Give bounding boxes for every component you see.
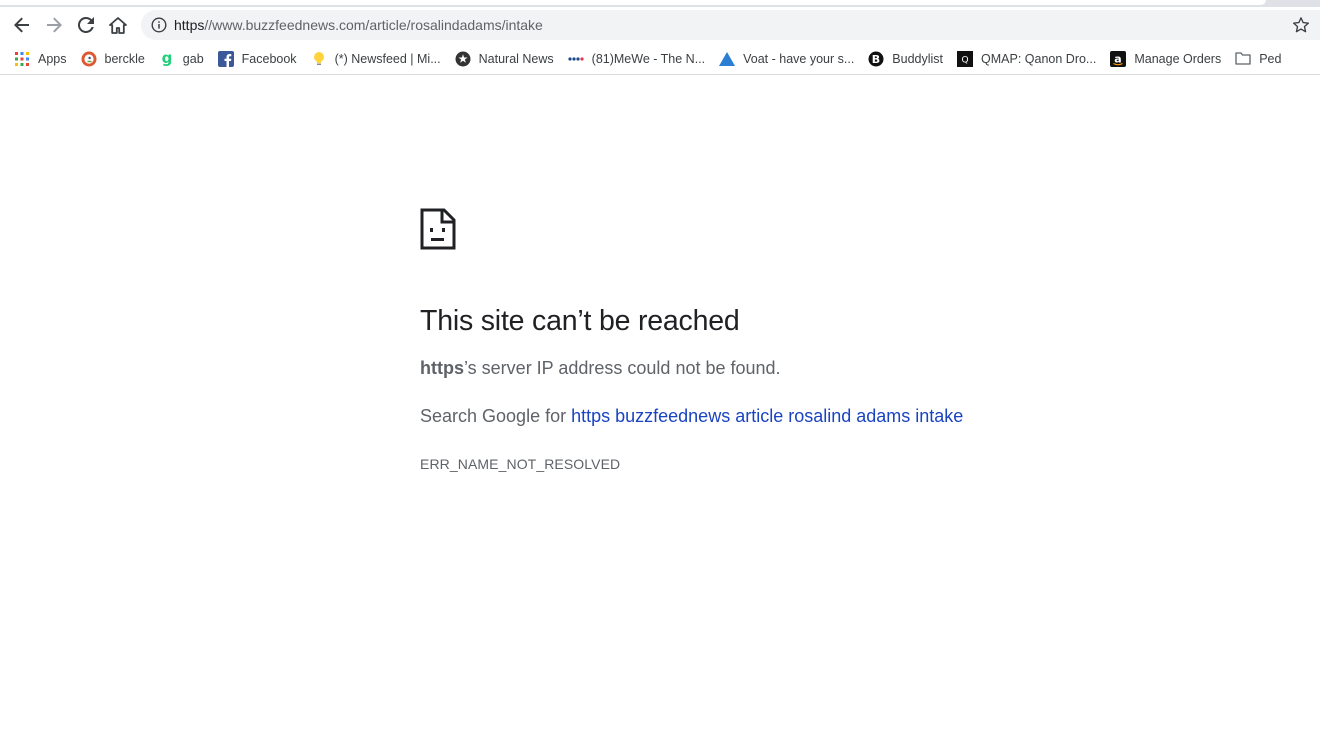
gab-icon: g	[159, 51, 175, 67]
active-tab[interactable]	[0, 0, 1266, 5]
browser-toolbar: https//www.buzzfeednews.com/article/rosa…	[0, 7, 1320, 43]
bookmark-folder-ped[interactable]: Ped	[1229, 47, 1289, 71]
tab-strip	[0, 0, 1320, 7]
qmap-icon: Q	[957, 50, 974, 67]
bookmark-label: Natural News	[478, 51, 554, 66]
home-icon	[109, 16, 127, 34]
back-button[interactable]	[6, 9, 38, 41]
svg-text:g: g	[161, 51, 172, 67]
reload-icon	[78, 17, 94, 33]
address-bar[interactable]: https//www.buzzfeednews.com/article/rosa…	[141, 10, 1320, 40]
bookmark-gab[interactable]: g gab	[153, 47, 212, 71]
error-host: https	[420, 358, 464, 378]
bookmark-newsfeed[interactable]: (*) Newsfeed | Mi...	[305, 47, 449, 71]
svg-text:B: B	[872, 52, 880, 65]
forward-button[interactable]	[38, 9, 70, 41]
folder-icon	[1235, 51, 1251, 67]
bookmark-label: Manage Orders	[1134, 51, 1222, 66]
error-description: https’s server IP address could not be f…	[420, 358, 1060, 379]
amazon-icon: a	[1110, 50, 1127, 67]
star-icon[interactable]	[1292, 16, 1310, 34]
apps-grid-icon	[14, 51, 30, 67]
search-suggestion: Search Google for https buzzfeednews art…	[420, 406, 1060, 427]
duckduckgo-icon	[81, 51, 97, 67]
info-icon[interactable]	[151, 17, 167, 33]
bookmark-buddylist[interactable]: B Buddylist	[862, 47, 951, 71]
svg-text:a: a	[1115, 52, 1122, 65]
search-prefix: Search Google for	[420, 406, 572, 426]
natural-news-icon	[455, 51, 471, 67]
bookmark-label: Voat - have your s...	[743, 51, 855, 66]
bookmark-manage-orders[interactable]: a Manage Orders	[1104, 47, 1229, 71]
url-path: //www.buzzfeednews.com/article/rosalinda…	[204, 17, 543, 33]
url-text[interactable]: https//www.buzzfeednews.com/article/rosa…	[174, 17, 543, 33]
buddylist-icon: B	[868, 51, 884, 67]
bookmark-label: Apps	[38, 51, 67, 66]
bookmark-label: Buddylist	[892, 51, 944, 66]
bookmarks-bar: Apps berckle g gab Facebook (*) Newsfeed…	[0, 43, 1320, 75]
forward-arrow-icon	[47, 17, 62, 33]
voat-icon	[719, 51, 736, 67]
error-code: ERR_NAME_NOT_RESOLVED	[420, 456, 621, 472]
bookmark-label: Ped	[1259, 51, 1282, 66]
bookmark-label: Facebook	[241, 51, 297, 66]
mewe-icon	[568, 51, 584, 67]
sad-page-icon	[420, 208, 456, 250]
bookmark-label: gab	[182, 51, 204, 66]
facebook-icon	[217, 50, 234, 67]
reload-button[interactable]	[70, 9, 102, 41]
bookmark-label: (*) Newsfeed | Mi...	[334, 51, 441, 66]
search-google-link[interactable]: https buzzfeednews article rosalind adam…	[571, 406, 963, 426]
bookmark-voat[interactable]: Voat - have your s...	[713, 47, 862, 71]
error-page: This site can’t be reached https’s serve…	[420, 208, 1060, 472]
bookmark-facebook[interactable]: Facebook	[212, 47, 305, 71]
bookmark-berckle[interactable]: berckle	[75, 47, 153, 71]
bookmark-label: QMAP: Qanon Dro...	[981, 51, 1097, 66]
home-button[interactable]	[102, 9, 134, 41]
bookmark-label: berckle	[104, 51, 145, 66]
bookmark-label: (81)MeWe - The N...	[591, 51, 706, 66]
url-scheme: https	[174, 17, 205, 33]
back-arrow-icon	[14, 17, 29, 33]
bookmark-mewe[interactable]: (81)MeWe - The N...	[562, 47, 713, 71]
error-title: This site can’t be reached	[420, 305, 740, 337]
svg-text:Q: Q	[961, 55, 968, 65]
bookmark-qmap[interactable]: Q QMAP: Qanon Dro...	[951, 47, 1104, 71]
lightbulb-icon	[311, 51, 327, 67]
error-description-text: ’s server IP address could not be found.	[464, 358, 781, 378]
bookmark-natural-news[interactable]: Natural News	[449, 47, 562, 71]
bookmark-apps[interactable]: Apps	[0, 47, 75, 71]
